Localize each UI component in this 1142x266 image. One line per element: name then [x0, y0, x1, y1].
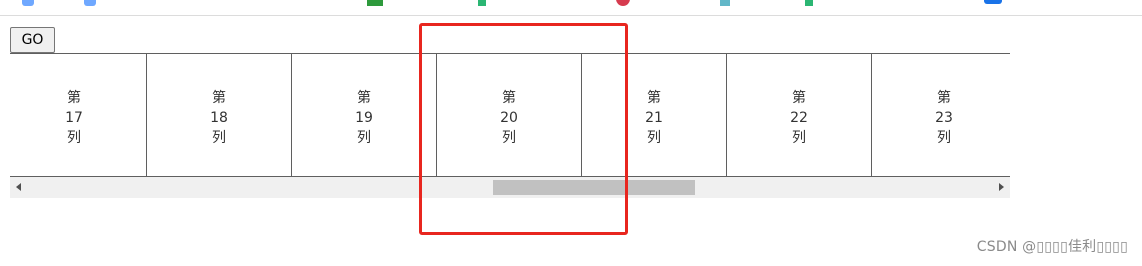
grid-column-cell: 第 22 列 — [727, 54, 872, 177]
bookmark-icon[interactable] — [720, 0, 730, 6]
column-label-prefix: 第 — [357, 90, 371, 106]
column-label: 第 23 列 — [872, 88, 1010, 148]
shield-icon[interactable] — [22, 0, 34, 6]
red-bookmark-icon[interactable] — [616, 0, 630, 6]
scroll-right-button[interactable] — [993, 177, 1010, 198]
watermark: CSDN @▯▯▯▯佳利▯▯▯▯ — [976, 239, 1128, 255]
grid-column-cell: 第 17 列 — [10, 54, 147, 177]
bookmarks-bar — [0, 0, 1142, 16]
column-label-number: 23 — [935, 110, 953, 126]
grid-column-cell: 第 23 列 — [872, 54, 1010, 177]
column-label-prefix: 第 — [937, 90, 951, 106]
green-bookmark-icon[interactable] — [805, 0, 813, 6]
column-label: 第 22 列 — [727, 88, 871, 148]
column-label-number: 22 — [790, 110, 808, 126]
column-label-number: 17 — [65, 110, 83, 126]
grid-column-cell: 第 19 列 — [292, 54, 437, 177]
arrow-left-icon — [16, 183, 21, 191]
grid-column-cell: 第 18 列 — [147, 54, 292, 177]
green-bookmark-icon[interactable] — [367, 0, 383, 6]
column-label-number: 19 — [355, 110, 373, 126]
column-label-prefix: 第 — [212, 90, 226, 106]
go-button[interactable]: GO — [10, 27, 55, 53]
scroll-left-button[interactable] — [10, 177, 27, 198]
blue-bookmark-icon[interactable] — [984, 0, 1002, 4]
column-label-suffix: 列 — [792, 130, 806, 146]
column-label-suffix: 列 — [937, 130, 951, 146]
column-label-prefix: 第 — [792, 90, 806, 106]
page: GO 第 17 列第 18 列第 19 列第 20 列第 21 列第 22 列第 23 列 CSDN @▯▯… — [0, 0, 1142, 266]
highlight-box — [419, 23, 628, 235]
column-label-suffix: 列 — [67, 130, 81, 146]
column-label: 第 17 列 — [10, 88, 146, 148]
arrow-right-icon — [999, 183, 1004, 191]
column-label-number: 18 — [210, 110, 228, 126]
column-label: 第 19 列 — [292, 88, 436, 148]
green-bookmark-icon[interactable] — [478, 0, 486, 6]
column-label-suffix: 列 — [357, 130, 371, 146]
column-label-suffix: 列 — [212, 130, 226, 146]
column-label-prefix: 第 — [67, 90, 81, 106]
column-label: 第 18 列 — [147, 88, 291, 148]
shield-icon[interactable] — [84, 0, 96, 6]
